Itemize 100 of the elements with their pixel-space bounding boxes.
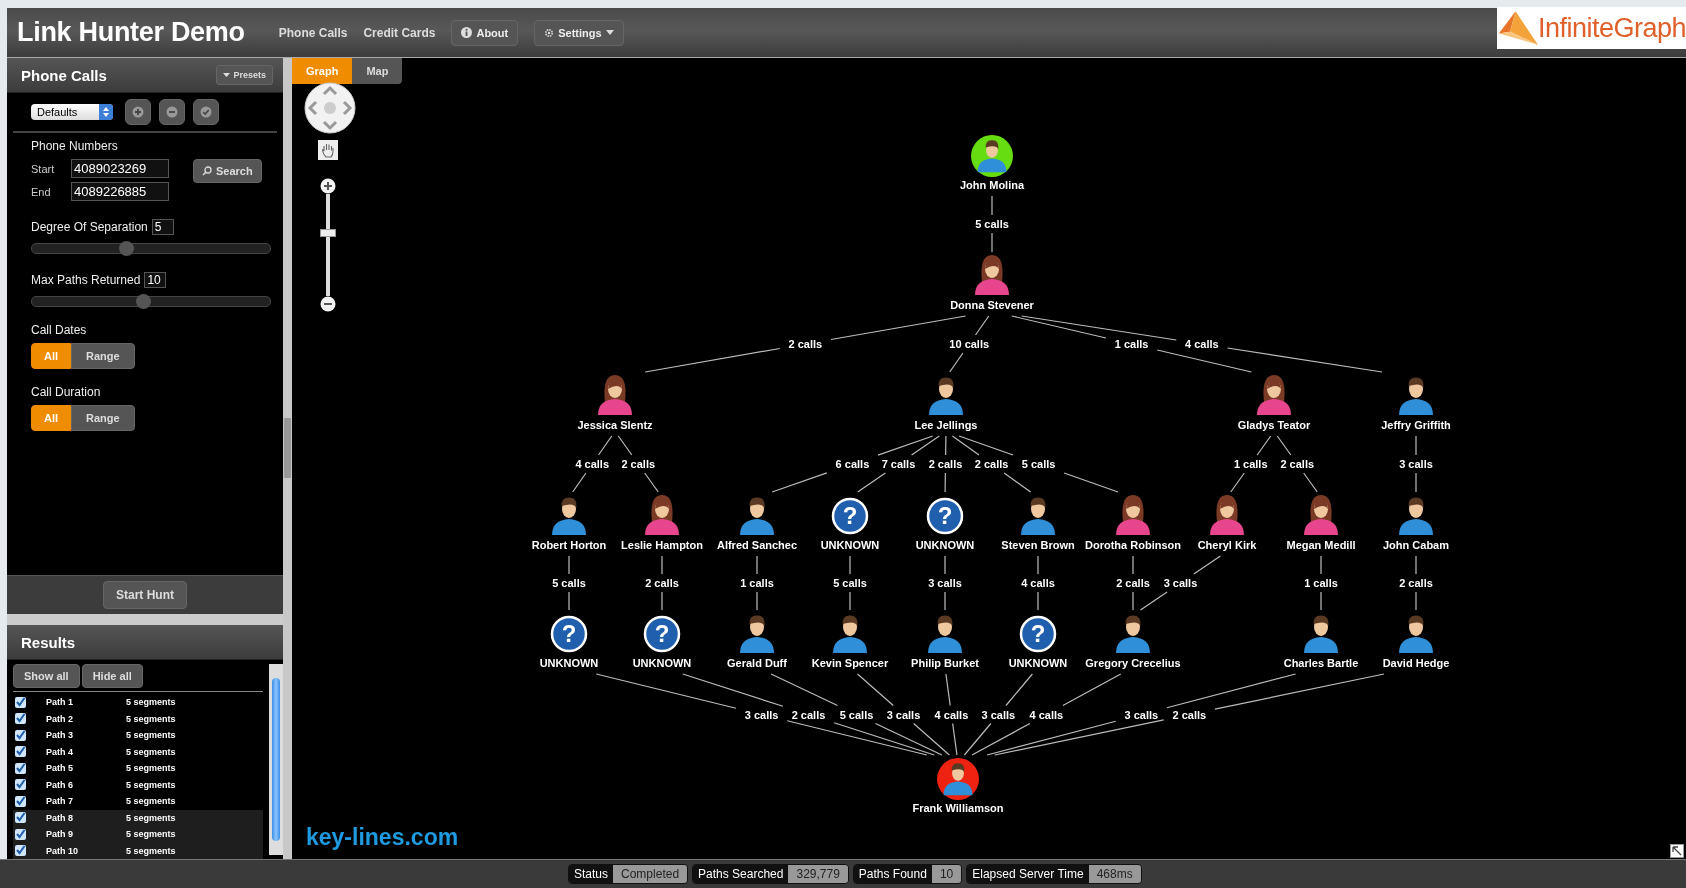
checkbox[interactable]	[15, 828, 26, 840]
person-icon[interactable]	[1399, 615, 1433, 653]
slider-thumb[interactable]	[135, 294, 151, 309]
node-label[interactable]: UNKNOWN	[539, 657, 599, 669]
save-button[interactable]	[193, 99, 219, 125]
segment-button[interactable]: Range	[71, 405, 135, 431]
value-field[interactable]: 5	[151, 219, 174, 235]
node-label[interactable]: Philip Burket	[911, 657, 979, 669]
person-icon[interactable]	[929, 377, 963, 415]
path-row[interactable]: Path 8 5 segments	[13, 809, 263, 826]
add-button[interactable]	[125, 99, 151, 125]
question-icon[interactable]: ?	[831, 497, 869, 535]
person-icon[interactable]	[1304, 615, 1338, 653]
path-row[interactable]: Path 2 5 segments	[13, 710, 263, 727]
list-button[interactable]: Hide all	[81, 664, 143, 688]
toolbar-button[interactable]: Settings	[534, 19, 624, 46]
zoom-thumb[interactable]	[320, 228, 336, 237]
node-label[interactable]: Jeffry Griffith	[1381, 419, 1451, 431]
question-icon[interactable]: ?	[550, 615, 588, 653]
person-icon[interactable]	[975, 255, 1009, 295]
node-label[interactable]: Robert Horton	[531, 539, 607, 551]
node-label[interactable]: Jessica Slentz	[577, 419, 653, 431]
person-icon[interactable]	[645, 495, 679, 535]
node-label[interactable]: Gregory Crecelius	[1085, 657, 1181, 669]
person-icon[interactable]	[1116, 495, 1150, 535]
preset-select[interactable]: Defaults	[31, 104, 113, 120]
path-row[interactable]: Path 4 5 segments	[13, 743, 263, 760]
path-row[interactable]: Path 6 5 segments	[13, 776, 263, 793]
person-icon[interactable]	[1304, 495, 1338, 535]
value-field[interactable]: 10	[144, 272, 167, 288]
node-label[interactable]: Gladys Teator	[1237, 419, 1311, 431]
node-label[interactable]: Lee Jellings	[914, 419, 978, 431]
start-hunt-button[interactable]: Start Hunt	[103, 581, 187, 609]
checkbox[interactable]	[15, 812, 26, 824]
node-label[interactable]: John Molina	[959, 179, 1025, 191]
person-icon[interactable]	[740, 615, 774, 653]
path-row[interactable]: Path 7 5 segments	[13, 793, 263, 810]
checkbox[interactable]	[15, 845, 26, 857]
person-icon[interactable]	[740, 497, 774, 535]
start-field[interactable]: 4089023269	[71, 159, 169, 178]
node-label[interactable]: UNKNOWN	[915, 539, 975, 551]
node-label[interactable]: UNKNOWN	[632, 657, 692, 669]
person-icon[interactable]	[1210, 495, 1244, 535]
remove-button[interactable]	[159, 99, 185, 125]
node-label[interactable]: Alfred Sanchec	[716, 539, 798, 551]
question-icon[interactable]: ?	[1019, 615, 1057, 653]
list-button[interactable]: Show all	[13, 664, 80, 688]
person-icon[interactable]	[1021, 497, 1055, 535]
resize-icon[interactable]	[1670, 844, 1684, 858]
question-icon[interactable]: ?	[926, 497, 964, 535]
zoom-out-icon[interactable]	[320, 296, 336, 312]
person-icon[interactable]	[971, 135, 1013, 177]
question-icon[interactable]: ?	[643, 615, 681, 653]
person-icon[interactable]	[552, 497, 586, 535]
slider-thumb[interactable]	[119, 241, 135, 256]
person-icon[interactable]	[1399, 497, 1433, 535]
end-field[interactable]: 4089226885	[71, 182, 169, 201]
checkbox[interactable]	[15, 729, 26, 741]
node-label[interactable]: David Hedge	[1382, 657, 1450, 669]
person-icon[interactable]	[1257, 375, 1291, 415]
node-label[interactable]: Charles Bartle	[1283, 657, 1359, 669]
node-label[interactable]: Leslie Hampton	[621, 539, 703, 551]
checkbox[interactable]	[15, 795, 26, 807]
node-label[interactable]: Steven Brown	[1001, 539, 1075, 551]
node-label[interactable]: Megan Medill	[1286, 539, 1356, 551]
view-tab[interactable]: Map	[352, 58, 403, 84]
slider-track[interactable]	[31, 243, 271, 254]
person-icon[interactable]	[937, 758, 979, 800]
scrollbar[interactable]	[269, 664, 283, 855]
presets-button[interactable]: Presets	[216, 65, 273, 85]
path-row[interactable]: Path 1 5 segments	[13, 694, 263, 711]
path-row[interactable]: Path 5 5 segments	[13, 760, 263, 777]
checkbox[interactable]	[15, 696, 26, 708]
checkbox[interactable]	[15, 713, 26, 725]
node-label[interactable]: Kevin Spencer	[811, 657, 889, 669]
zoom-in-icon[interactable]	[320, 178, 336, 194]
person-icon[interactable]	[928, 615, 962, 653]
node-label[interactable]: Cheryl Kirk	[1197, 539, 1257, 551]
slider-track[interactable]	[31, 296, 271, 307]
toolbar-button[interactable]: About	[451, 19, 519, 46]
nav-link[interactable]: Phone Calls	[278, 25, 348, 40]
search-button[interactable]: Search	[193, 159, 262, 183]
node-label[interactable]: Gerald Duff	[727, 657, 787, 669]
person-icon[interactable]	[598, 375, 632, 415]
node-label[interactable]: Dorotha Robinson	[1085, 539, 1181, 551]
node-label[interactable]: Frank Williamson	[912, 802, 1004, 814]
path-row[interactable]: Path 3 5 segments	[13, 727, 263, 744]
checkbox[interactable]	[15, 746, 26, 758]
node-label[interactable]: UNKNOWN	[1008, 657, 1068, 669]
person-icon[interactable]	[1116, 615, 1150, 653]
node-label[interactable]: UNKNOWN	[820, 539, 880, 551]
path-row[interactable]: Path 9 5 segments	[13, 826, 263, 843]
node-label[interactable]: John Cabam	[1383, 539, 1449, 551]
checkbox[interactable]	[15, 762, 26, 774]
pan-control[interactable]	[304, 82, 356, 134]
segment-button[interactable]: Range	[71, 343, 135, 369]
nav-link[interactable]: Credit Cards	[363, 25, 436, 40]
hand-tool-button[interactable]	[318, 140, 338, 160]
checkbox[interactable]	[15, 779, 26, 791]
person-icon[interactable]	[1399, 377, 1433, 415]
